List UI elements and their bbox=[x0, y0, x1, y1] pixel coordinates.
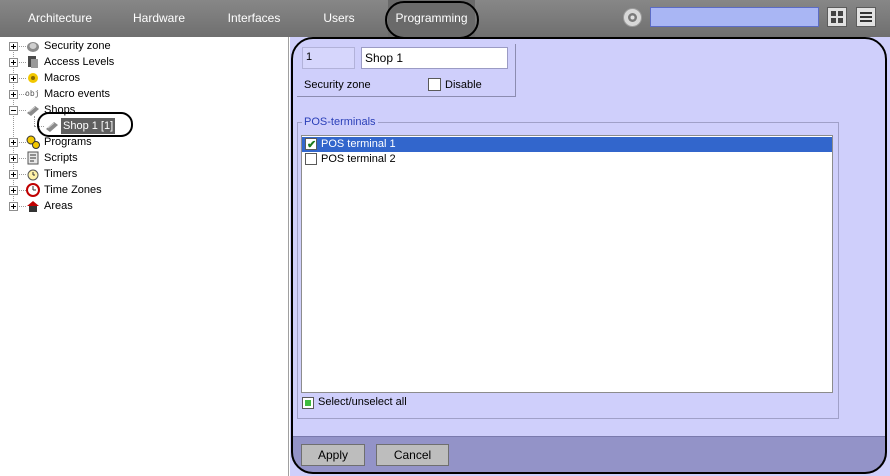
pos-terminal-list bbox=[301, 135, 833, 393]
object-id-field[interactable]: 1 bbox=[302, 47, 355, 69]
tree-item-scripts[interactable]: Scripts bbox=[9, 150, 119, 166]
tree-item-label: Access Levels bbox=[44, 56, 115, 68]
expand-icon[interactable] bbox=[9, 186, 18, 195]
tree-item-label: Macro events bbox=[44, 88, 111, 100]
tab-users[interactable]: Users bbox=[318, 0, 360, 37]
tree-item-label: Shop 1 [1] bbox=[61, 118, 116, 134]
tree-item-macro-events[interactable]: obj Macro events bbox=[9, 86, 129, 102]
security-zone-label: Security zone bbox=[304, 79, 371, 91]
tree-item-areas[interactable]: Areas bbox=[9, 198, 119, 214]
tree-item-security-zone[interactable]: Security zone bbox=[9, 38, 119, 54]
gear-icon bbox=[628, 13, 637, 22]
tree-item-shops[interactable]: Shops bbox=[9, 102, 119, 118]
tree-item-label: Security zone bbox=[44, 40, 111, 52]
obj-icon: obj bbox=[25, 89, 40, 98]
select-all-label: Select/unselect all bbox=[318, 396, 407, 408]
areas-icon bbox=[27, 201, 39, 212]
scripts-icon bbox=[27, 151, 39, 165]
tree-item-timers[interactable]: Timers bbox=[9, 166, 119, 182]
pos-terminal-item-1[interactable]: ✔ POS terminal 1 bbox=[302, 137, 832, 152]
pos-terminal-checkbox[interactable] bbox=[305, 153, 317, 165]
expand-icon[interactable] bbox=[9, 74, 18, 83]
expand-icon[interactable] bbox=[9, 58, 18, 67]
shops-icon bbox=[27, 106, 39, 116]
menu-button[interactable] bbox=[856, 7, 876, 27]
collapse-icon[interactable] bbox=[9, 106, 18, 115]
pos-terminals-title: POS-terminals bbox=[302, 116, 378, 128]
tree-item-macros[interactable]: Macros bbox=[9, 70, 119, 86]
tree-item-label: Time Zones bbox=[44, 184, 102, 196]
tree-item-label: Shops bbox=[44, 104, 76, 116]
tree-item-label: Scripts bbox=[44, 152, 78, 164]
cancel-button[interactable]: Cancel bbox=[376, 444, 449, 466]
macros-icon bbox=[28, 73, 38, 83]
expand-icon[interactable] bbox=[9, 90, 18, 99]
disable-checkbox[interactable] bbox=[428, 78, 441, 91]
select-all-checkbox[interactable] bbox=[302, 397, 314, 409]
menu-icon bbox=[860, 12, 872, 22]
tree-item-time-zones[interactable]: Time Zones bbox=[9, 182, 119, 198]
tree-item-shop-1[interactable]: Shop 1 [1] bbox=[34, 118, 124, 134]
tree-item-label: Macros bbox=[44, 72, 81, 84]
expand-icon[interactable] bbox=[9, 154, 18, 163]
pos-terminal-label: POS terminal 1 bbox=[321, 138, 396, 150]
security-zone-icon bbox=[27, 42, 39, 52]
tree-item-label: Areas bbox=[44, 200, 73, 212]
tab-hardware[interactable]: Hardware bbox=[127, 0, 191, 37]
expand-icon[interactable] bbox=[9, 202, 18, 211]
disable-label: Disable bbox=[445, 79, 482, 91]
layout-grid-button[interactable] bbox=[827, 7, 847, 27]
programs-icon bbox=[26, 135, 40, 149]
settings-gear-button[interactable] bbox=[623, 8, 642, 27]
tree-item-programs[interactable]: Programs bbox=[9, 134, 119, 150]
tab-interfaces[interactable]: Interfaces bbox=[222, 0, 286, 37]
access-levels-icon bbox=[28, 56, 38, 68]
object-name-field[interactable]: Shop 1 bbox=[361, 47, 508, 69]
tab-architecture[interactable]: Architecture bbox=[18, 0, 102, 37]
pos-terminal-checkbox[interactable]: ✔ bbox=[305, 138, 317, 151]
expand-icon[interactable] bbox=[9, 170, 18, 179]
search-input[interactable] bbox=[650, 7, 819, 27]
pos-terminal-item-2[interactable]: POS terminal 2 bbox=[302, 152, 832, 167]
check-icon: ✔ bbox=[307, 139, 317, 151]
shop-icon bbox=[46, 122, 58, 132]
top-tab-bar: Architecture Hardware Interfaces Users P… bbox=[0, 0, 890, 37]
tree-connector bbox=[34, 126, 44, 127]
expand-icon[interactable] bbox=[9, 42, 18, 51]
tree-item-label: Programs bbox=[44, 136, 92, 148]
pos-terminal-label: POS terminal 2 bbox=[321, 153, 396, 165]
time-zones-icon bbox=[26, 183, 40, 197]
expand-icon[interactable] bbox=[9, 138, 18, 147]
timers-icon bbox=[27, 169, 39, 181]
tree-item-label: Timers bbox=[44, 168, 78, 180]
apply-button[interactable]: Apply bbox=[301, 444, 365, 466]
grid-icon bbox=[831, 11, 843, 23]
tree-item-access-levels[interactable]: Access Levels bbox=[9, 54, 119, 70]
tab-programming[interactable]: Programming bbox=[388, 0, 475, 37]
